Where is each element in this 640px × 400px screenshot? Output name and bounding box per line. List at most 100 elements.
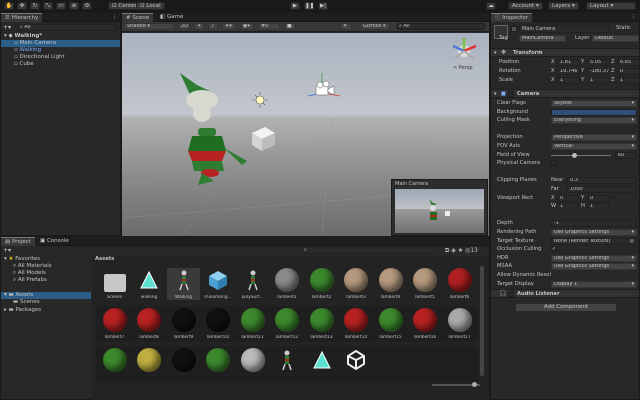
tag-dropdown[interactable]: MainCamera <box>519 35 566 42</box>
asset-item[interactable]: lambert1 <box>271 268 304 300</box>
viewport-vp_x-field[interactable]: 0 <box>557 194 579 202</box>
shading-mode-dropdown[interactable]: Shaded ▾ <box>124 23 174 30</box>
background-color-swatch[interactable] <box>551 108 637 116</box>
transform-header[interactable]: ▾ ✥ Transform <box>491 48 639 57</box>
asset-item[interactable]: walking <box>133 268 166 300</box>
asset-item[interactable]: polySurf... <box>236 268 269 300</box>
2d-toggle[interactable]: 2D <box>178 23 190 30</box>
favorites-item[interactable]: ⌕ All Prefabs <box>1 277 91 284</box>
viewport-vp_y-field[interactable]: 0 <box>587 194 609 202</box>
layers-dropdown[interactable]: Layers ▾ <box>548 2 579 10</box>
camera-field-value[interactable]: Use Graphics Settings ▾ <box>551 254 637 262</box>
asset-item[interactable]: lambert4 <box>374 268 407 300</box>
account-dropdown[interactable]: Account ▾ <box>508 2 543 10</box>
asset-item[interactable]: lambert2 <box>305 268 338 300</box>
asset-item[interactable]: lambert13 <box>305 308 338 340</box>
asset-item[interactable]: mixamorig... <box>202 268 235 300</box>
scene-search[interactable]: ⌕ All <box>396 23 486 30</box>
rect-tool-icon[interactable]: ▭ <box>56 2 66 10</box>
asset-item[interactable]: lambert15 <box>374 308 407 340</box>
add-component-button[interactable]: Add Component <box>515 303 617 312</box>
scene-viewport[interactable]: < Persp Main Camera <box>122 33 489 236</box>
fov-slider-handle[interactable] <box>572 152 577 158</box>
asset-item[interactable]: lambert8 <box>133 308 166 340</box>
rotation-x-field[interactable]: 19.746 <box>557 68 580 75</box>
asset-item[interactable]: lambert7 <box>98 308 131 340</box>
asset-item[interactable]: lambert3 <box>340 268 373 300</box>
audio-enabled-checkbox[interactable] <box>508 291 514 297</box>
asset-item[interactable]: lambert16 <box>409 308 442 340</box>
asset-item[interactable]: lambert14 <box>340 308 373 340</box>
layout-dropdown[interactable]: Layout ▾ <box>586 2 636 10</box>
orientation-gizmo[interactable] <box>452 38 477 60</box>
position-x-field[interactable]: 1.81 <box>557 59 580 66</box>
hand-tool-icon[interactable]: ✋ <box>4 2 14 10</box>
step-icon[interactable]: ▶| <box>318 2 328 10</box>
filter-icons[interactable]: ⧉ ◈ ★ ◎13 <box>445 247 478 255</box>
asset-item[interactable]: lambert10 <box>202 308 235 340</box>
play-icon[interactable]: ▶ <box>290 2 300 10</box>
camera-settings-icon[interactable]: ■ <box>284 23 296 30</box>
asset-item[interactable] <box>133 348 166 375</box>
favorites-row[interactable]: ▾ ★ Favorites <box>1 256 91 263</box>
assets-row[interactable]: ▾ ▬ Assets <box>1 292 91 299</box>
camera-field-value[interactable]: Skybox ▾ <box>551 100 637 107</box>
hierarchy-item[interactable]: ▫ Walking <box>1 47 120 54</box>
checked-checkbox[interactable]: ✓ <box>551 246 557 253</box>
active-checkbox[interactable] <box>511 26 517 32</box>
asset-item[interactable]: lambert11 <box>236 308 269 340</box>
packages-row[interactable]: ▸ ▬ Packages <box>1 307 91 314</box>
near-clip-field[interactable]: 0.3 <box>567 177 637 185</box>
tab-console[interactable]: ▣ Console <box>36 237 73 246</box>
more-icon[interactable]: ⋮ <box>112 14 117 20</box>
rotation-y-field[interactable]: -180.37 <box>587 68 610 75</box>
cloud-icon[interactable]: ☁ <box>486 2 496 10</box>
camera-field-value[interactable]: Use Graphics Settings ▾ <box>551 229 637 236</box>
position-z-field[interactable]: 6.85 <box>617 59 640 66</box>
asset-item[interactable] <box>236 348 269 375</box>
object-name-field[interactable]: Main Camera <box>519 25 609 33</box>
camera-field-value[interactable]: Vertical ▾ <box>551 143 637 150</box>
add-icon[interactable]: +▾ <box>3 24 11 31</box>
scale-tool-icon[interactable]: ⤡ <box>43 2 53 10</box>
camera-field-value[interactable]: Everything ▾ <box>551 117 637 125</box>
camera-field-value[interactable]: Perspective ▾ <box>551 134 637 142</box>
tab-inspector[interactable]: ⓘ Inspector <box>491 13 532 22</box>
asset-item[interactable]: lambert9 <box>167 308 200 340</box>
effects-icon[interactable]: ✦▾ <box>222 23 236 30</box>
scale-y-field[interactable]: 1 <box>587 77 610 84</box>
camera-field-value[interactable]: None (Render Texture) ◎ <box>551 237 637 245</box>
fov-slider-track[interactable] <box>551 154 611 156</box>
asset-item[interactable]: Scenes <box>98 268 131 300</box>
viewport-vp_w-field[interactable]: 1 <box>557 203 579 211</box>
pause-icon[interactable]: ❚❚ <box>304 2 314 10</box>
hidden-objects-icon[interactable]: ◉▾ <box>240 23 254 30</box>
favorites-item[interactable]: ⌕ All Materials <box>1 263 91 270</box>
asset-item[interactable]: lambert12 <box>271 308 304 340</box>
layer-dropdown[interactable]: Default <box>592 35 639 42</box>
static-toggle[interactable]: Static <box>616 25 631 32</box>
camera-field-value[interactable]: Display 1 ▾ <box>551 280 637 288</box>
asset-item[interactable]: Walking <box>167 268 200 300</box>
camera-field-value[interactable]: Use Graphics Settings ▾ <box>551 263 637 271</box>
tools-icon[interactable]: ✕ <box>340 23 352 30</box>
tab-hierarchy[interactable]: ☰ Hierarchy <box>1 13 43 22</box>
gizmos-dropdown[interactable]: Gizmos ▾ <box>360 23 390 30</box>
camera-header[interactable]: ▾ ■ Camera <box>491 89 639 98</box>
favorites-item[interactable]: ⌕ All Models <box>1 270 91 277</box>
rotate-tool-icon[interactable]: ↻ <box>30 2 40 10</box>
asset-item[interactable]: lambert5 <box>409 268 442 300</box>
asset-item[interactable] <box>305 348 338 375</box>
scenes-row[interactable]: ▬ Scenes <box>1 299 91 306</box>
hierarchy-search[interactable]: ⌕ All <box>17 24 117 31</box>
custom-tool-icon[interactable]: ⚙ <box>82 2 92 10</box>
hierarchy-item[interactable]: ▫ Main Camera <box>1 40 120 47</box>
asset-item[interactable] <box>340 348 373 375</box>
hierarchy-item[interactable]: ▫ Cube <box>1 61 120 68</box>
audio-listener-header[interactable]: 🎧 Audio Listener <box>491 289 639 298</box>
hierarchy-item[interactable]: ▾ ◆ Walking* <box>1 33 120 40</box>
fov-value-field[interactable]: 60 <box>615 151 637 159</box>
pivot-local-button[interactable]: ⊡ Local <box>136 2 165 10</box>
camera-field-value[interactable]: -1 <box>551 220 637 228</box>
far-clip-field[interactable]: 1000 <box>567 186 637 193</box>
